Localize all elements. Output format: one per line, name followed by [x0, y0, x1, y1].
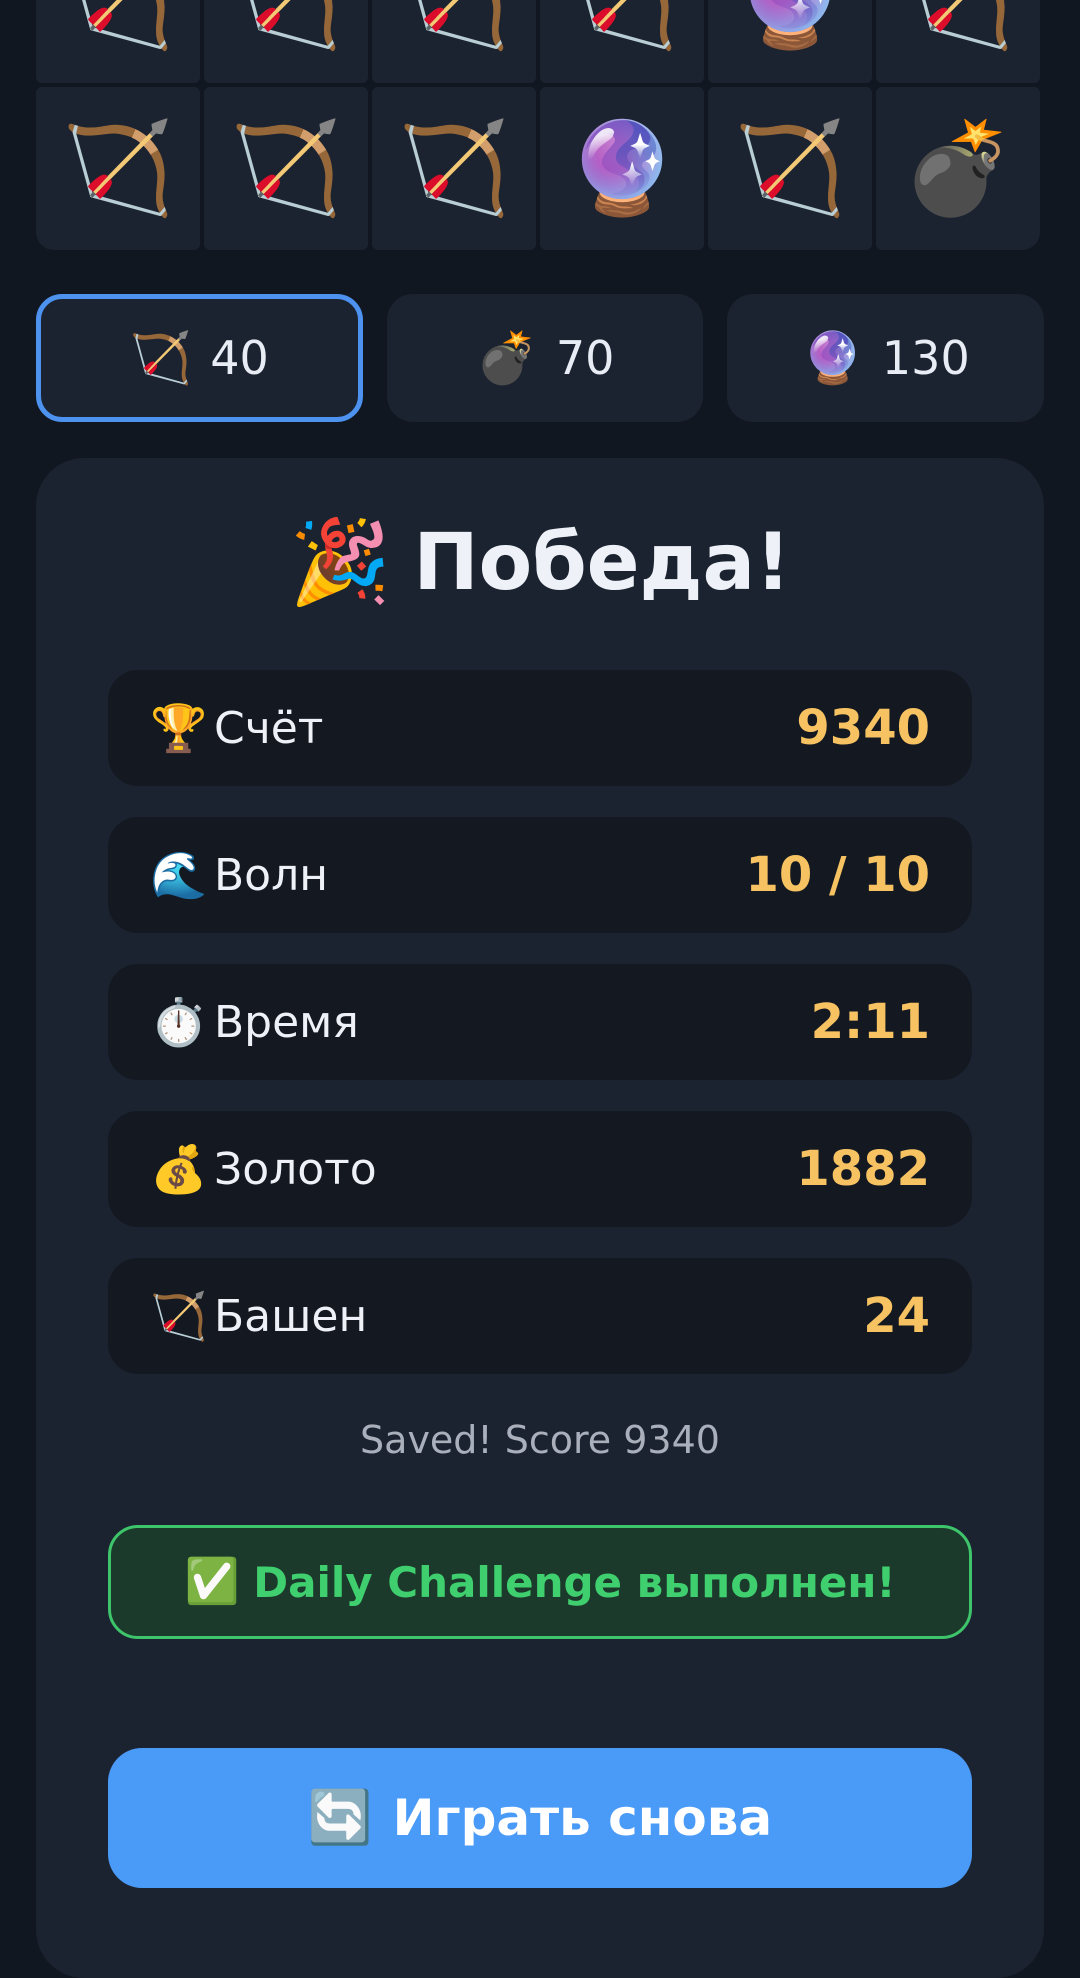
stat-value: 1882 — [796, 1141, 930, 1197]
stat-time: ⏱️ Время 2:11 — [108, 964, 972, 1080]
stat-value: 9340 — [796, 700, 930, 756]
daily-challenge-badge: ✅ Daily Challenge выполнен! — [108, 1525, 972, 1639]
archer-tower-button[interactable]: 🏹 40 — [36, 294, 363, 422]
grid-cell[interactable]: 🏹 — [708, 87, 872, 250]
victory-title-text: Победа! — [413, 518, 791, 608]
bow-icon: 🏹 — [150, 1289, 208, 1343]
grid-cell[interactable]: 🏹 — [36, 0, 200, 83]
bomb-icon: 💣 — [475, 329, 538, 387]
bow-icon: 🏹 — [129, 329, 193, 387]
victory-title: 🎉 Победа! — [36, 518, 1044, 608]
grid-cell[interactable]: 🔮 — [540, 87, 704, 250]
stat-towers: 🏹 Башен 24 — [108, 1258, 972, 1374]
crystal-ball-icon: 🔮 — [801, 329, 864, 387]
victory-panel: 🎉 Победа! 🏆 Счёт 9340 🌊 Волн 10 / 10 ⏱️ … — [36, 458, 1044, 1978]
grid-cell[interactable]: 🏹 — [540, 0, 704, 83]
wave-icon: 🌊 — [150, 848, 208, 902]
tower-selector: 🏹 40 💣 70 🔮 130 — [36, 294, 1045, 422]
grid-cell[interactable]: 🏹 — [204, 87, 368, 250]
play-again-button[interactable]: 🔄 Играть снова — [108, 1748, 972, 1888]
grid-cell[interactable]: 🏹 — [36, 87, 200, 250]
refresh-icon: 🔄 — [307, 1788, 373, 1848]
stats-list: 🏆 Счёт 9340 🌊 Волн 10 / 10 ⏱️ Время 2:11… — [108, 670, 972, 1405]
party-popper-icon: 🎉 — [289, 515, 392, 610]
bomb-tower-button[interactable]: 💣 70 — [386, 294, 704, 422]
stopwatch-icon: ⏱️ — [150, 995, 208, 1049]
grid-cell[interactable]: 🏹 — [876, 0, 1040, 83]
check-mark-icon: ✅ — [184, 1556, 240, 1607]
grid-cell[interactable]: 💣 — [876, 87, 1040, 250]
tower-cost: 70 — [555, 331, 615, 385]
stat-label: Башен — [214, 1290, 368, 1342]
tower-cost: 40 — [210, 331, 269, 385]
tower-grid: 🏹 🏹 🏹 🏹 🔮 🏹 🏹 🏹 🏹 🔮 🏹 💣 — [36, 0, 1040, 250]
stat-label: Золото — [214, 1143, 377, 1195]
stat-gold: 💰 Золото 1882 — [108, 1111, 972, 1227]
grid-cell[interactable]: 🏹 — [372, 87, 536, 250]
stat-label: Счёт — [214, 702, 324, 754]
money-bag-icon: 💰 — [150, 1142, 208, 1196]
stat-waves: 🌊 Волн 10 / 10 — [108, 817, 972, 933]
saved-status: Saved! Score 9340 — [360, 1418, 720, 1462]
grid-cell[interactable]: 🏹 — [204, 0, 368, 83]
grid-cell[interactable]: 🏹 — [372, 0, 536, 83]
magic-tower-button[interactable]: 🔮 130 — [727, 294, 1045, 422]
stat-value: 2:11 — [810, 994, 930, 1050]
stat-value: 24 — [863, 1288, 930, 1344]
stat-score: 🏆 Счёт 9340 — [108, 670, 972, 786]
stat-label: Волн — [214, 849, 328, 901]
tower-cost: 130 — [881, 331, 970, 385]
stat-value: 10 / 10 — [745, 847, 930, 903]
play-again-label: Играть снова — [392, 1789, 773, 1847]
stat-label: Время — [214, 996, 359, 1048]
grid-cell[interactable]: 🔮 — [708, 0, 872, 83]
daily-challenge-text: Daily Challenge выполнен! — [253, 1557, 896, 1607]
trophy-icon: 🏆 — [150, 701, 208, 755]
